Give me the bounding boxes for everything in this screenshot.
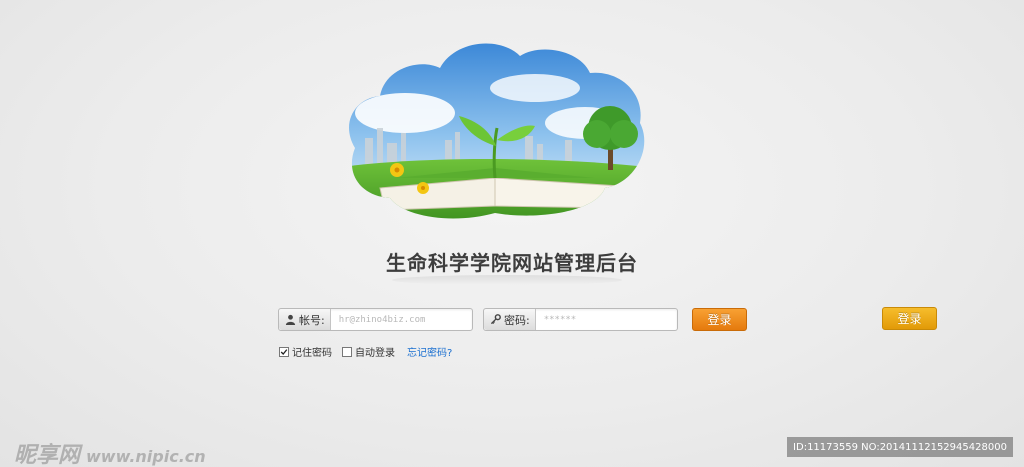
account-label-box: 帐号: — [279, 309, 331, 330]
watermark-brand: 昵享网 — [14, 443, 81, 467]
account-field[interactable]: 帐号: — [278, 308, 473, 331]
password-label: 密码: — [504, 313, 530, 327]
watermark-logo: 昵享网 www.nipic.cn — [14, 437, 206, 467]
watermark-url: www.nipic.cn — [86, 447, 206, 466]
password-field[interactable]: 密码: — [483, 308, 678, 331]
auto-login-option[interactable]: 自动登录 — [342, 344, 395, 359]
key-icon — [490, 314, 501, 325]
watermark-id: ID:11173559 NO:20141112152945428000 — [787, 437, 1013, 457]
remember-password-checkbox[interactable] — [279, 346, 289, 357]
account-label: 帐号: — [299, 313, 325, 327]
password-label-box: 密码: — [484, 309, 536, 330]
auto-login-label: 自动登录 — [355, 348, 395, 359]
title-reflection — [392, 275, 622, 285]
login-button[interactable]: 登录 — [692, 308, 747, 331]
remember-password-option[interactable]: 记住密码 — [279, 344, 332, 359]
checkmark-icon — [280, 348, 288, 355]
user-icon — [285, 314, 296, 325]
auto-login-checkbox[interactable] — [342, 346, 352, 357]
forgot-password-link[interactable]: 忘记密码? — [407, 344, 452, 359]
password-input[interactable] — [535, 309, 677, 330]
remember-password-label: 记住密码 — [292, 348, 332, 359]
hero-illustration — [335, 28, 655, 226]
page-title: 生命科学学院网站管理后台 — [386, 251, 638, 275]
account-input[interactable] — [330, 309, 472, 330]
login-button-alt[interactable]: 登录 — [882, 307, 937, 330]
